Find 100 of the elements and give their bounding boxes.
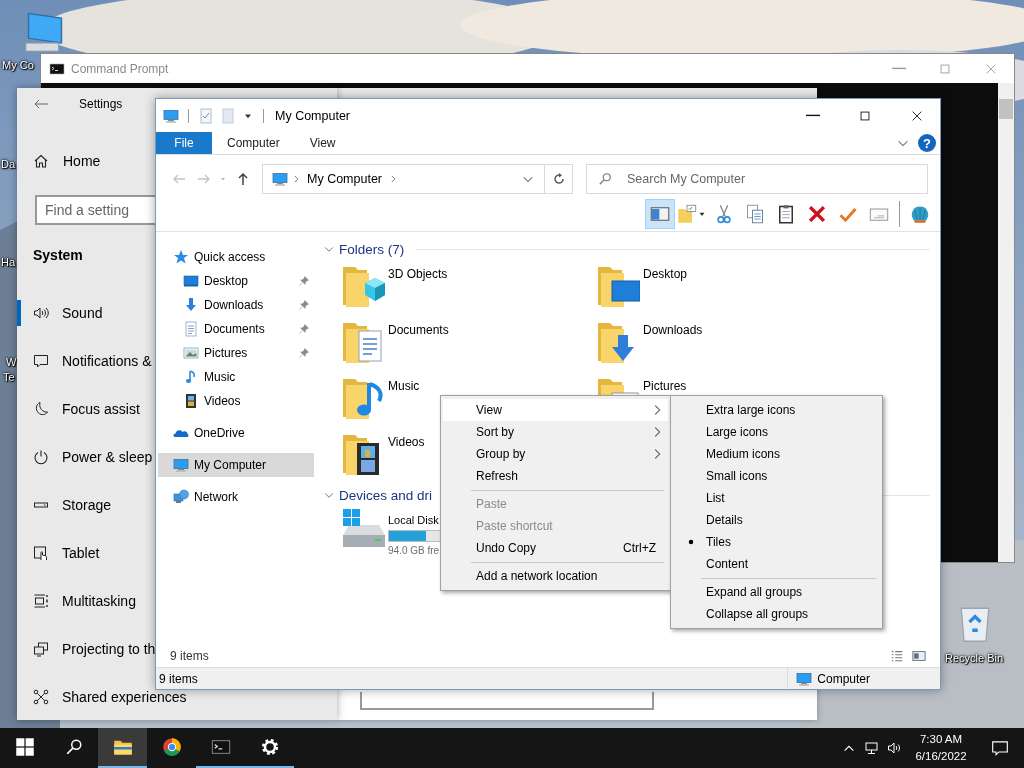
nav-item[interactable]: Quick access	[158, 245, 314, 269]
tile-label[interactable]: Pictures	[643, 379, 687, 393]
delete-icon	[807, 204, 827, 224]
menu-item[interactable]: Undo Copy Ctrl+Z	[443, 537, 668, 559]
section-title: System	[33, 247, 83, 265]
address-bar[interactable]: My Computer	[262, 164, 573, 194]
maximize-icon	[858, 108, 872, 123]
tiles-view-icon	[912, 649, 926, 663]
tiles-view-button[interactable]	[912, 649, 926, 663]
caret-icon	[219, 175, 227, 183]
file-menu-button[interactable]: File	[156, 132, 212, 154]
tile-label[interactable]: Music	[388, 379, 420, 393]
tablet-icon	[33, 545, 49, 561]
nav-item[interactable]: Notifications &	[17, 348, 155, 374]
menu-item[interactable]: Medium icons	[673, 443, 880, 465]
ribbon-tab[interactable]: View	[294, 132, 351, 154]
nav-item[interactable]: Documents	[158, 317, 314, 341]
share-icon	[33, 689, 49, 705]
tile-label[interactable]: Videos	[388, 435, 425, 449]
start-icon	[14, 737, 35, 757]
menu-item[interactable]: Expand all groups	[673, 581, 880, 603]
nav-item[interactable]: Videos	[158, 389, 314, 413]
menu-item[interactable]: Large icons	[673, 421, 880, 443]
details-view-icon	[890, 649, 904, 663]
tile-label[interactable]: Local Disk	[388, 513, 439, 527]
menu-item[interactable]: Extra large icons	[673, 399, 880, 421]
nav-item[interactable]: Pictures	[158, 341, 314, 365]
scissors-icon	[714, 204, 734, 224]
menu-item[interactable]: Group by	[443, 443, 668, 465]
message-icon	[33, 353, 49, 369]
clock[interactable]: 7:30 AM 6/16/2022	[906, 731, 976, 765]
scrollbar[interactable]	[998, 83, 1014, 562]
desktop-icon-label[interactable]: Ha	[1, 256, 16, 268]
group-header[interactable]: Devices and dri	[339, 487, 433, 503]
terminal-icon	[49, 60, 65, 77]
tile-label[interactable]: 3D Objects	[388, 267, 448, 281]
tile-label[interactable]: Desktop	[643, 267, 688, 281]
multitasking-icon	[33, 593, 49, 609]
menu-item[interactable]: Small icons	[673, 465, 880, 487]
breadcrumb[interactable]: My Computer	[307, 172, 383, 186]
nav-item[interactable]: Downloads	[158, 293, 314, 317]
menu-item[interactable]: Tiles	[673, 531, 880, 553]
picture-icon	[183, 345, 199, 361]
tile-label[interactable]: Documents	[388, 323, 449, 337]
window-title: My Computer	[275, 108, 351, 123]
help-button[interactable]: ?	[918, 134, 936, 152]
nav-item[interactable]: Shared experiences	[17, 684, 187, 710]
settings-icon	[259, 737, 280, 757]
menu-item[interactable]: Add a network location	[443, 565, 668, 587]
desktop-icon-label[interactable]: W	[6, 356, 17, 368]
screens-icon	[33, 641, 49, 657]
nav-item[interactable]: My Computer	[158, 453, 314, 477]
download-icon	[183, 297, 199, 313]
chevron-icon	[291, 174, 301, 184]
pin-icon	[298, 323, 310, 335]
preview-pane-icon	[650, 204, 670, 224]
window-title: Settings	[79, 97, 123, 111]
computer-icon	[173, 457, 189, 473]
status-text: 9 items	[159, 671, 198, 686]
nav-item[interactable]: Network	[158, 485, 314, 509]
nav-item[interactable]: Tablet	[17, 540, 155, 566]
pin-icon	[298, 347, 310, 359]
taskbar-button[interactable]	[98, 728, 147, 768]
nav-item[interactable]: Storage	[17, 492, 155, 518]
shell-icon	[910, 204, 930, 224]
home-link[interactable]: Home	[17, 141, 155, 181]
item-count: 9 items	[170, 649, 209, 663]
desktop-icon-label[interactable]: Te	[3, 371, 15, 383]
menu-item[interactable]: Details	[673, 509, 880, 531]
maximize-icon	[938, 61, 952, 76]
menu-item[interactable]: Sort by	[443, 421, 668, 443]
nav-item[interactable]: Music	[158, 365, 314, 389]
browser-icon	[161, 737, 182, 757]
computer-icon	[163, 107, 179, 124]
menu-item[interactable]: Collapse all groups	[673, 603, 880, 625]
details-view-button[interactable]	[890, 649, 904, 663]
menu-item[interactable]: Refresh	[443, 465, 668, 487]
menu-item[interactable]: List	[673, 487, 880, 509]
nav-item[interactable]: OneDrive	[158, 421, 314, 445]
nav-item[interactable]: Multitasking	[17, 588, 155, 614]
moon-icon	[33, 401, 49, 417]
computer-icon	[796, 670, 813, 687]
computer-icon	[272, 171, 288, 187]
nav-item[interactable]: Focus assist	[17, 396, 155, 422]
clipboard-icon	[776, 204, 796, 224]
group-header[interactable]: Folders (7)	[339, 241, 405, 257]
document-icon	[220, 107, 236, 124]
tile-label[interactable]: Downloads	[643, 323, 703, 337]
pin-icon	[298, 299, 310, 311]
nav-item[interactable]: Projecting to th	[17, 636, 156, 662]
menu-item[interactable]: View	[443, 399, 668, 421]
nav-item[interactable]: Power & sleep	[17, 444, 155, 470]
terminal-icon	[210, 737, 231, 757]
menu-item[interactable]: Content	[673, 553, 880, 575]
search-field[interactable]: Find a setting	[35, 195, 155, 225]
nav-item[interactable]: Desktop	[158, 269, 314, 293]
notification-icon	[991, 739, 1009, 757]
ribbon-tab[interactable]: Computer	[212, 132, 295, 154]
home-icon	[33, 153, 49, 169]
search-icon	[64, 738, 83, 756]
